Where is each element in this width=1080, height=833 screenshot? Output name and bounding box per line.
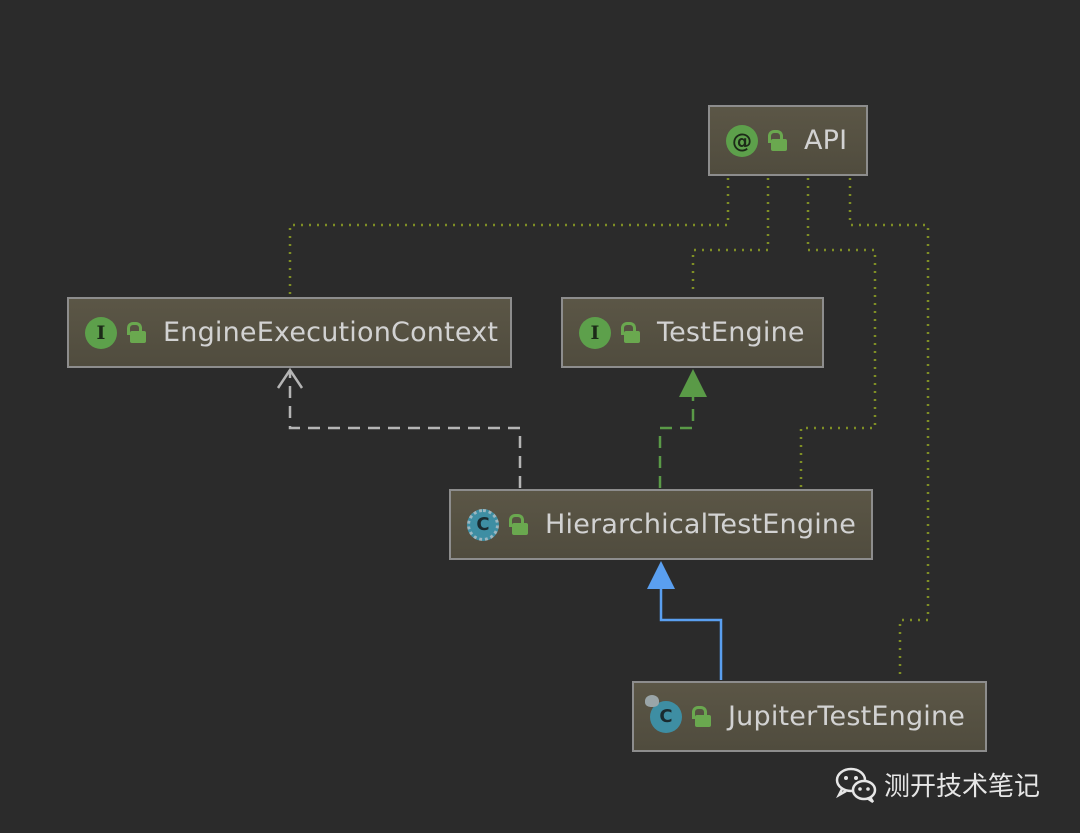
extends-edge: [647, 561, 723, 680]
node-label: JupiterTestEngine: [728, 701, 966, 732]
node-label: TestEngine: [657, 317, 805, 348]
public-visibility-icon: [621, 321, 643, 345]
watermark-text: 测开技术笔记: [884, 771, 1041, 802]
node-hierarchical-test-engine[interactable]: C HierarchicalTestEngine: [449, 489, 873, 560]
abstract-class-icon: C: [467, 508, 499, 541]
node-label: API: [804, 125, 848, 156]
api-link-test-engine: [691, 178, 770, 295]
node-api[interactable]: @ API: [708, 105, 868, 176]
public-visibility-icon: [127, 321, 149, 345]
api-link-engine-execution-context: [288, 178, 730, 295]
watermark: 测开技术笔记: [834, 764, 1040, 804]
wechat-icon: [835, 767, 877, 804]
public-visibility-icon: [768, 129, 790, 153]
interface-icon: I: [579, 316, 611, 349]
interface-icon: I: [85, 316, 117, 349]
public-visibility-icon: [509, 513, 531, 537]
dependency-edge: [276, 367, 522, 488]
implements-edge: [658, 369, 707, 488]
node-engine-execution-context[interactable]: I EngineExecutionContext: [67, 297, 512, 368]
node-jupiter-test-engine[interactable]: C JupiterTestEngine: [632, 681, 987, 752]
annotation-icon: @: [726, 124, 758, 157]
final-marker-icon: [645, 694, 659, 707]
node-label: HierarchicalTestEngine: [545, 509, 857, 540]
public-visibility-icon: [692, 705, 714, 729]
node-test-engine[interactable]: I TestEngine: [561, 297, 824, 368]
api-link-jupiter-test-engine: [848, 178, 930, 680]
node-label: EngineExecutionContext: [163, 317, 499, 348]
class-icon: C: [645, 694, 682, 733]
